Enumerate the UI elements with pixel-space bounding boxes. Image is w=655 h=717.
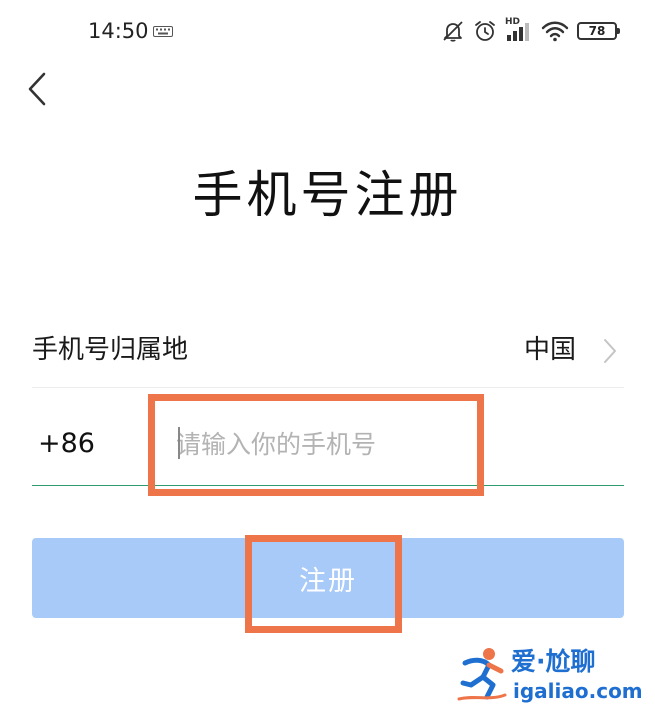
- alarm-clock-icon: [475, 21, 495, 41]
- text-cursor: [178, 427, 180, 459]
- register-button[interactable]: 注册: [32, 538, 624, 618]
- keyboard-icon: [153, 26, 173, 37]
- mute-bell-icon: [443, 21, 463, 42]
- status-bar: 14:50 HD 78: [0, 0, 655, 64]
- region-value: 中国: [523, 335, 576, 365]
- battery-level: 78: [588, 24, 606, 38]
- phone-row: +86: [32, 400, 624, 486]
- wifi-icon: [541, 21, 569, 42]
- region-selector[interactable]: 手机号归属地 中国: [32, 312, 624, 388]
- status-time: 14:50: [88, 19, 149, 43]
- country-code[interactable]: +86: [38, 426, 95, 462]
- page-title: 手机号注册: [192, 166, 463, 224]
- chevron-right-icon: [604, 339, 616, 363]
- runner-logo-icon: [457, 648, 507, 701]
- phone-input[interactable]: [176, 422, 476, 466]
- status-icons: HD 78: [441, 17, 620, 45]
- back-button[interactable]: [20, 68, 60, 112]
- region-label: 手机号归属地: [32, 335, 189, 365]
- hd-signal-icon: HD: [505, 17, 533, 43]
- watermark-domain: igaliao.com: [513, 679, 643, 703]
- watermark: 爱·尬聊 igaliao.com: [455, 641, 645, 711]
- battery-icon: 78: [577, 22, 620, 40]
- watermark-name: 爱·尬聊: [511, 647, 596, 676]
- chevron-left-icon: [28, 72, 46, 106]
